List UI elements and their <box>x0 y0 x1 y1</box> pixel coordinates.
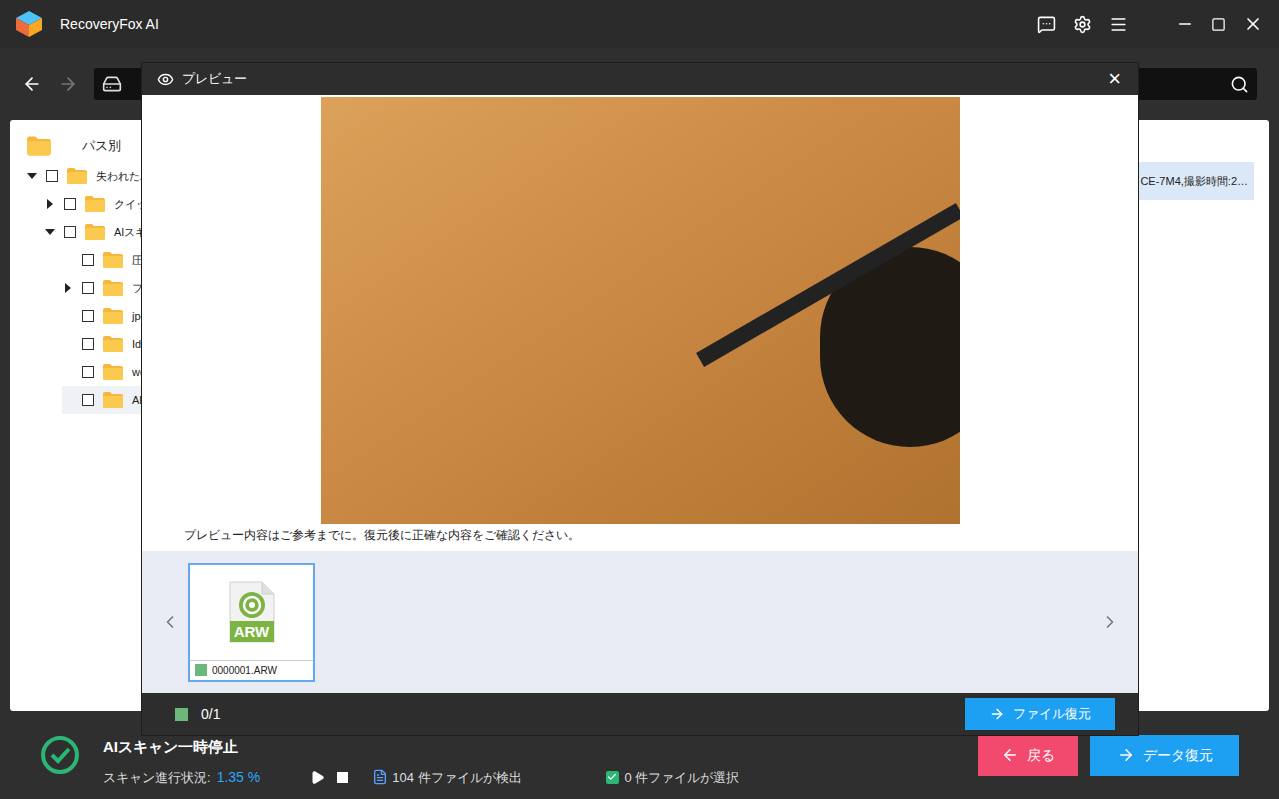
drive-icon <box>102 74 122 94</box>
counter-mark <box>175 708 188 721</box>
feedback-icon[interactable] <box>1037 15 1056 34</box>
recover-button[interactable]: データ復元 <box>1090 735 1239 776</box>
gear-icon[interactable] <box>1073 15 1092 34</box>
preview-image <box>321 97 960 524</box>
folder-icon <box>84 195 106 213</box>
dialog-footer: 0/1ファイル復元 <box>142 693 1138 735</box>
dialog-header: プレビュー× <box>142 63 1138 95</box>
collapsed-icon[interactable] <box>62 282 74 294</box>
tree-checkbox[interactable] <box>82 282 94 294</box>
expanded-icon[interactable] <box>26 170 38 182</box>
thumbnail-card[interactable]: ARW0000001.ARW <box>188 563 315 682</box>
tree-checkbox[interactable] <box>82 254 94 266</box>
arw-file-icon: ARW <box>229 581 275 643</box>
preview-note: プレビュー内容はご参考までに。復元後に正確な内容をご確認ください。 <box>142 524 1138 544</box>
folder-icon <box>102 335 124 353</box>
forward-arrow-icon[interactable] <box>58 74 78 94</box>
folder-icon <box>102 279 124 297</box>
prev-icon[interactable] <box>160 612 180 632</box>
collapsed-icon[interactable] <box>44 198 56 210</box>
maximize-icon[interactable] <box>1211 17 1226 32</box>
selected-check-icon <box>606 771 619 784</box>
minimize-icon[interactable] <box>1176 15 1194 33</box>
stop-icon[interactable] <box>337 772 348 783</box>
folder-icon <box>26 135 52 157</box>
tree-checkbox[interactable] <box>46 170 58 182</box>
folder-icon <box>102 363 124 381</box>
folder-icon <box>102 307 124 325</box>
app-logo-icon <box>14 9 44 39</box>
title-bar: RecoveryFox AI <box>0 0 1279 48</box>
dialog-body: プレビュー内容はご参考までに。復元後に正確な内容をご確認ください。 ARW0000… <box>142 95 1138 693</box>
preview-dialog: プレビュー× プレビュー内容はご参考までに。復元後に正確な内容をご確認ください。 A… <box>141 62 1139 736</box>
menu-icon[interactable] <box>1109 15 1128 34</box>
back-arrow-icon[interactable] <box>22 74 42 94</box>
close-window-icon[interactable] <box>1243 14 1263 34</box>
folder-icon <box>102 391 124 409</box>
folder-icon <box>102 251 124 269</box>
tree-checkbox[interactable] <box>82 310 94 322</box>
document-icon <box>372 769 388 785</box>
search-icon[interactable] <box>1230 75 1249 94</box>
next-icon[interactable] <box>1100 612 1120 632</box>
app-window: RecoveryFox AIパス別失われたパクイックスAIスキャ圧縮ファjpgI… <box>0 0 1279 799</box>
file-status-mark <box>195 664 207 676</box>
file-recover-button[interactable]: ファイル復元 <box>965 698 1115 730</box>
tree-checkbox[interactable] <box>82 338 94 350</box>
eye-icon <box>157 71 174 88</box>
tree-checkbox[interactable] <box>64 226 76 238</box>
tree-checkbox[interactable] <box>82 366 94 378</box>
tree-checkbox[interactable] <box>82 394 94 406</box>
back-button[interactable]: 戻る <box>978 735 1078 776</box>
thumbnail-strip: ARW0000001.ARW <box>142 551 1138 693</box>
folder-icon <box>66 167 88 185</box>
tree-checkbox[interactable] <box>64 198 76 210</box>
dialog-close-button[interactable]: × <box>1108 68 1123 90</box>
scan-done-icon <box>40 735 80 775</box>
expanded-icon[interactable] <box>44 226 56 238</box>
folder-icon <box>84 223 106 241</box>
play-icon[interactable] <box>310 770 325 785</box>
